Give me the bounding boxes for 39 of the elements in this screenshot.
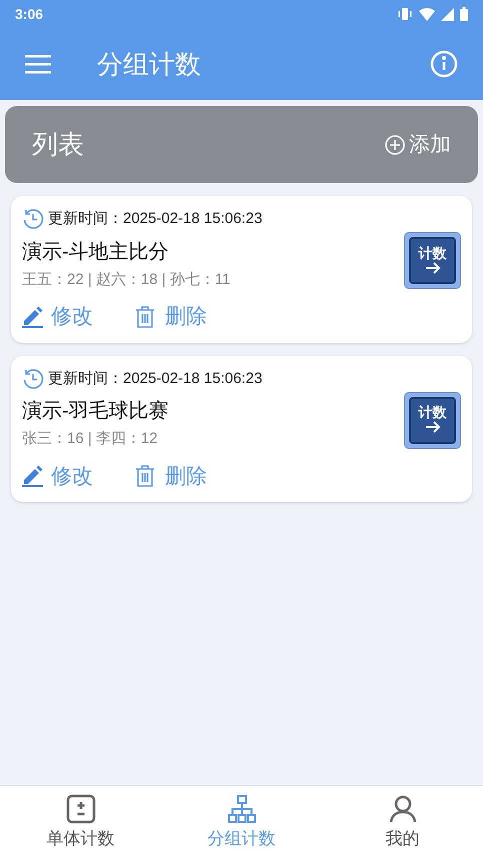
count-button[interactable]: 计数 [404,232,461,290]
clock-refresh-icon [22,208,44,230]
plus-minus-icon [66,794,96,824]
count-label: 计数 [418,405,446,420]
hierarchy-icon [226,794,256,824]
list-title: 列表 [32,128,84,161]
menu-icon[interactable] [25,54,51,74]
clock-refresh-icon [22,368,44,390]
pencil-icon [22,306,43,328]
count-label: 计数 [418,246,446,260]
edit-button[interactable]: 修改 [22,301,93,332]
trash-icon [135,306,155,328]
arrow-right-icon [424,419,442,436]
vibrate-icon [397,8,413,20]
trash-icon [135,465,155,488]
app-title: 分组计数 [97,48,202,80]
plus-circle-icon [385,134,405,154]
updated-time: 更新时间：2025-02-18 15:06:23 [48,368,262,388]
group-name: 演示-斗地主比分 [22,240,170,264]
info-icon[interactable] [430,50,458,78]
arrow-right-icon [424,260,442,276]
delete-button[interactable]: 删除 [135,301,207,332]
delete-button[interactable]: 删除 [135,460,207,492]
add-button[interactable]: 添加 [385,128,451,160]
nav-tab[interactable]: 我的 [322,786,483,860]
wifi-icon [419,8,435,20]
pencil-icon [22,465,43,488]
nav-tab[interactable]: 分组计数 [161,786,322,860]
user-icon [388,794,418,824]
nav-tab[interactable]: 单体计数 [0,786,161,860]
group-name: 演示-羽毛球比赛 [22,399,169,424]
updated-time: 更新时间：2025-02-18 15:06:23 [48,209,262,229]
count-button[interactable]: 计数 [404,392,461,449]
edit-button[interactable]: 修改 [22,460,93,492]
battery-icon [460,7,468,21]
signal-icon [441,8,454,20]
status-time: 3:06 [15,4,44,24]
group-scores: 王五：22 | 赵六：18 | 孙七：11 [22,270,230,290]
group-scores: 张三：16 | 李四：12 [22,429,159,449]
